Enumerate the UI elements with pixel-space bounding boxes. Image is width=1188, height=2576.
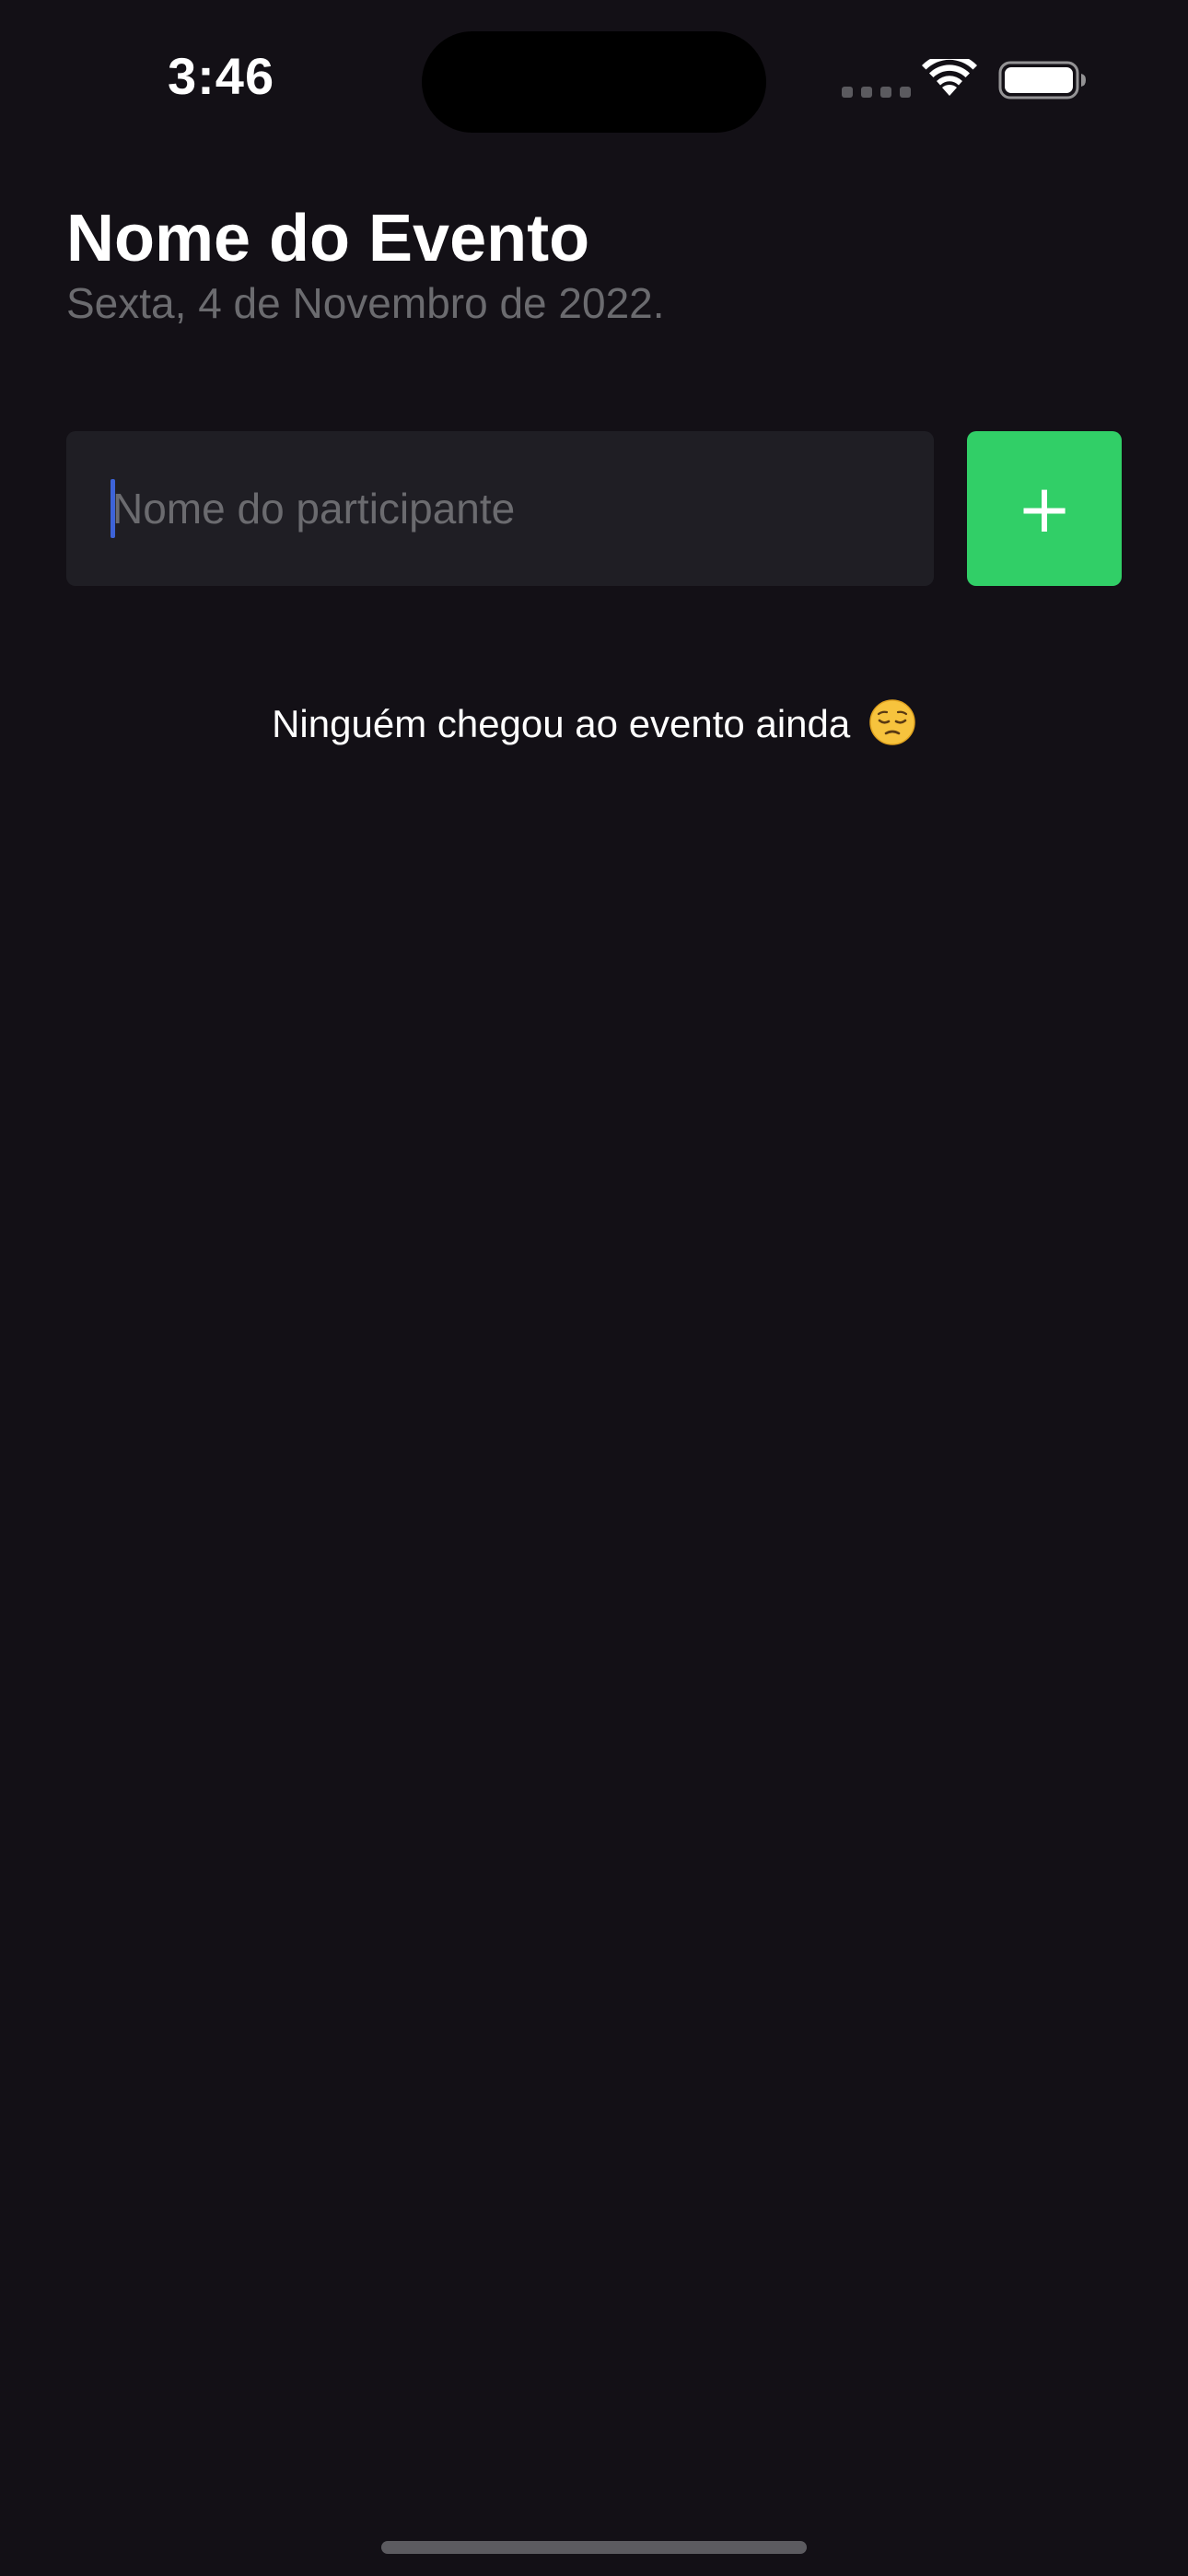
wifi-icon [922, 59, 977, 96]
empty-list-message: Ninguém chegou ao evento ainda [0, 698, 1188, 746]
app-screen: 3:46 Nome do Evento Sexta, 4 de Novembro… [0, 0, 1188, 2576]
participant-name-input[interactable] [66, 431, 934, 586]
pensive-face-icon [869, 699, 915, 745]
status-time: 3:46 [168, 47, 275, 105]
dynamic-island [422, 31, 766, 133]
empty-list-text: Ninguém chegou ao evento ainda [272, 702, 851, 745]
event-date: Sexta, 4 de Novembro de 2022. [66, 279, 665, 327]
home-indicator[interactable] [381, 2541, 807, 2554]
participant-name-field[interactable] [66, 431, 934, 586]
text-cursor [111, 479, 115, 538]
plus-icon: + [1016, 470, 1073, 547]
page-title: Nome do Evento [66, 202, 590, 275]
signal-dots-icon [842, 87, 911, 98]
add-participant-button[interactable]: + [967, 431, 1122, 586]
battery-icon [998, 61, 1086, 100]
